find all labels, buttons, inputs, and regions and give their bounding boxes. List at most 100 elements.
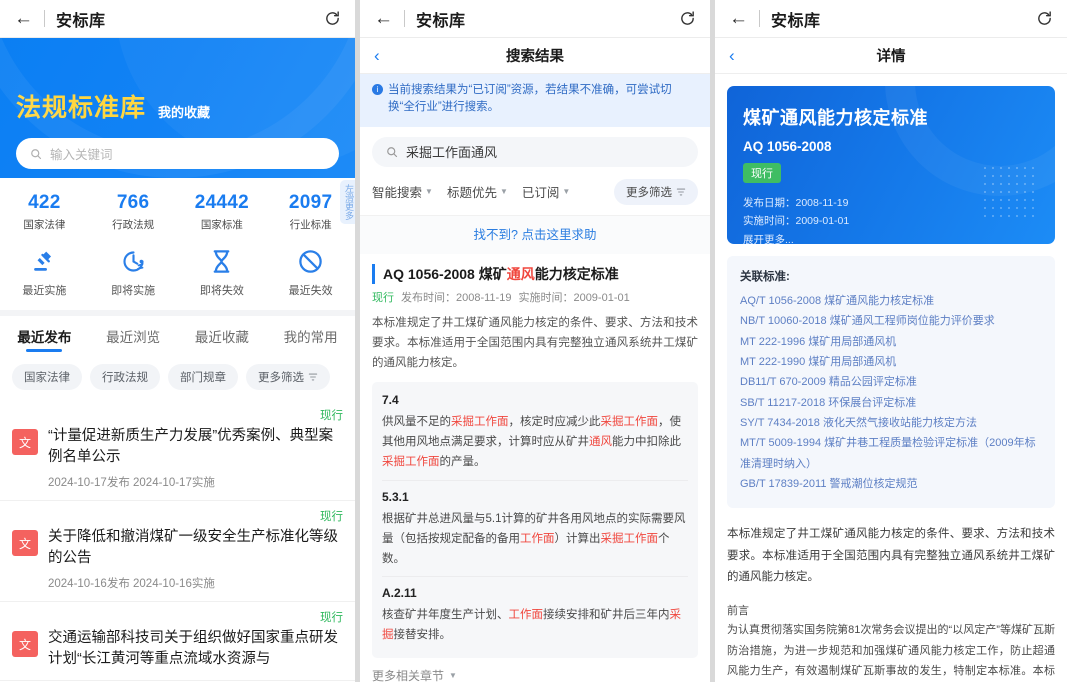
app-top-bar: ← 安标库: [360, 0, 710, 38]
quick-action-recent-effective[interactable]: 最近实施: [0, 248, 89, 298]
refresh-icon[interactable]: [324, 10, 341, 27]
stat-label: 国家标准: [200, 219, 243, 231]
stat-admin-regulation[interactable]: 766 行政法规: [89, 192, 178, 232]
clause-text: 根据矿井总进风量与5.1计算的矿井各用风地点的实际需要风量（包括按规定配备的备用…: [382, 512, 686, 565]
preface-body: 为认真贯彻落实国务院第81次常务会议提出的“以风定产”等煤矿瓦斯防治措施，为进一…: [727, 624, 1055, 677]
forbidden-icon: [299, 250, 322, 273]
preface-heading: 前言: [727, 605, 749, 618]
standard-header-card: 煤矿通风能力核定标准 AQ 1056-2008 现行 发布日期：2008-11-…: [727, 86, 1055, 244]
help-link[interactable]: 找不到? 点击这里求助: [474, 228, 597, 242]
related-standard-link[interactable]: MT 222-1990 煤矿用局部通风机: [740, 352, 1042, 372]
appbar-divider: [759, 10, 760, 27]
status-badge: 现行: [320, 612, 343, 625]
list-item[interactable]: 现行 文 “计量促进新质生产力发展”优秀案例、典型案例名单公示 2024-10-…: [0, 400, 355, 502]
doc-text-icon: 文: [12, 530, 38, 557]
quick-action-soon-expired[interactable]: 即将失效: [178, 248, 267, 298]
result-title: AQ 1056-2008 煤矿通风能力核定标准: [372, 263, 698, 284]
appbar-divider: [404, 10, 405, 27]
clause-list: 7.4 供风量不足的采掘工作面，核定时应减少此采掘工作面，使其他用风地点满足要求…: [372, 382, 698, 659]
related-standard-link[interactable]: SB/T 11217-2018 环保展台评定标准: [740, 393, 1042, 413]
filter-title-priority[interactable]: 标题优先 ▼: [447, 182, 508, 201]
search-query-value: 采掘工作面通风: [406, 145, 498, 160]
related-standard-link[interactable]: DB11/T 670-2009 精品公园评定标准: [740, 372, 1042, 392]
more-filters-button[interactable]: 更多筛选: [614, 178, 698, 205]
related-standards-card: 关联标准: AQ/T 1056-2008 煤矿通风能力核定标准 NB/T 100…: [727, 256, 1055, 509]
list-item-body: 文 “计量促进新质生产力发展”优秀案例、典型案例名单公示 2024-10-17发…: [12, 426, 343, 490]
result-title-pre: AQ 1056-2008 煤矿: [383, 265, 507, 282]
quick-action-soon-effective[interactable]: 即将实施: [89, 248, 178, 298]
page-title: 详情: [876, 49, 906, 65]
related-standard-link[interactable]: AQ/T 1056-2008 煤矿通风能力核定标准: [740, 291, 1042, 311]
related-standard-link[interactable]: NB/T 10060-2018 煤矿通风工程师岗位能力评价要求: [740, 311, 1042, 331]
expand-more-link[interactable]: 展开更多...: [743, 231, 1039, 244]
arrow-left-icon[interactable]: ←: [374, 9, 393, 28]
clause-item[interactable]: 5.3.1 根据矿井总进风量与5.1计算的矿井各用风地点的实际需要风量（包括按规…: [382, 481, 688, 577]
chip-department-rule[interactable]: 部门规章: [168, 364, 238, 390]
tab-my-frequent[interactable]: 我的常用: [266, 326, 355, 352]
clause-number: A.2.11: [382, 585, 417, 600]
more-sections-label: 更多相关章节: [372, 669, 445, 682]
related-standard-link[interactable]: SY/T 7434-2018 液化天然气接收站能力核定方法: [740, 413, 1042, 433]
doc-text-icon: 文: [12, 429, 38, 455]
more-sections-toggle[interactable]: 更多相关章节 ▼: [360, 658, 710, 682]
filter-icon: [676, 188, 686, 195]
stats-row: 422 国家法律 766 行政法规 24442 国家标准 2097 行业标准 左…: [0, 178, 355, 238]
detail-subheader: ‹ 详情: [715, 38, 1067, 74]
status-badge: 现行: [320, 410, 343, 422]
subscription-notice: i 当前搜索结果为“已订阅”资源，若结果不准确，可尝试切换“全行业”进行搜索。: [360, 74, 710, 127]
refresh-icon[interactable]: [679, 10, 696, 27]
search-result-item[interactable]: AQ 1056-2008 煤矿通风能力核定标准 现行 发布时间：2008-11-…: [360, 254, 710, 659]
quick-action-recent-expired[interactable]: 最近失效: [266, 248, 355, 298]
three-panel-stage: ← 安标库 法规标准库 我的收藏 输入关键词 422 国家法律 766 行政法规…: [0, 0, 1067, 682]
chip-label: 行政法规: [102, 372, 148, 384]
chevron-down-icon: ▼: [425, 187, 433, 196]
search-icon: [387, 146, 398, 157]
refresh-icon[interactable]: [1036, 10, 1053, 27]
filter-label: 标题优先: [446, 186, 497, 200]
filter-icon: [308, 373, 318, 381]
app-title: 安标库: [416, 12, 466, 30]
search-filter-row: 智能搜索 ▼ 标题优先 ▼ 已订阅 ▼ 更多筛选: [360, 175, 710, 215]
stat-national-law[interactable]: 422 国家法律: [0, 192, 89, 232]
list-item-title: 交通运输部科技司关于组织做好国家重点研发计划“长江黄河等重点流域水资源与: [48, 630, 338, 668]
list-item-body: 文 交通运输部科技司关于组织做好国家重点研发计划“长江黄河等重点流域水资源与: [12, 628, 343, 670]
panel-standard-detail: ← 安标库 ‹ 详情 煤矿通风能力核定标准 AQ 1056-2008 现行 发布…: [715, 0, 1067, 682]
filter-chip-row: 国家法律 行政法规 部门规章 更多筛选: [0, 352, 355, 400]
list-item-title: “计量促进新质生产力发展”优秀案例、典型案例名单公示: [48, 428, 334, 466]
arrow-left-icon[interactable]: ←: [14, 9, 33, 28]
chip-more-filters[interactable]: 更多筛选: [246, 364, 330, 390]
clause-item[interactable]: A.2.11 核查矿井年度生产计划、工作面接续安排和矿井后三年内采掘接替安排。: [382, 577, 688, 652]
list-item-title: 关于降低和撤消煤矿一级安全生产标准化等级的公告: [48, 529, 338, 567]
clause-number: 7.4: [382, 393, 399, 408]
quick-action-label: 最近实施: [22, 285, 67, 297]
related-standard-link[interactable]: MT/T 5009-1994 煤矿井巷工程质量检验评定标准（2009年标准清理时…: [740, 433, 1042, 474]
result-meta: 现行 发布时间：2008-11-19 实施时间：2009-01-01: [372, 289, 698, 305]
swipe-more-tab[interactable]: 左滑更多: [340, 180, 355, 224]
clause-item[interactable]: 7.4 供风量不足的采掘工作面，核定时应减少此采掘工作面，使其他用风地点满足要求…: [382, 384, 688, 481]
list-item[interactable]: 现行 文 交通运输部科技司关于组织做好国家重点研发计划“长江黄河等重点流域水资源…: [0, 602, 355, 682]
chip-label: 部门规章: [180, 372, 226, 384]
tab-recent-published[interactable]: 最近发布: [0, 326, 89, 352]
search-input[interactable]: 采掘工作面通风: [372, 136, 698, 167]
publish-meta: 发布时间：2008-11-19: [401, 291, 512, 304]
preface-section: 前言 为认真贯彻落实国务院第81次常务会议提出的“以风定产”等煤矿瓦斯防治措施，…: [715, 602, 1067, 682]
stat-label: 行政法规: [112, 219, 155, 231]
tab-recent-viewed[interactable]: 最近浏览: [89, 326, 178, 352]
result-title-highlight: 通风: [506, 265, 535, 282]
related-standard-link[interactable]: GB/T 17839-2011 警戒潮位核定规范: [740, 474, 1042, 494]
help-prompt-bar[interactable]: 找不到? 点击这里求助: [360, 214, 710, 254]
tab-recent-favorited[interactable]: 最近收藏: [178, 326, 267, 352]
filter-smart-search[interactable]: 智能搜索 ▼: [372, 182, 433, 201]
list-item[interactable]: 现行 文 关于降低和撤消煤矿一级安全生产标准化等级的公告 2024-10-16发…: [0, 501, 355, 603]
filter-label: 已订阅: [521, 186, 560, 200]
chip-national-law[interactable]: 国家法律: [12, 364, 82, 390]
chevron-down-icon: ▼: [499, 187, 508, 196]
list-item-dates: 2024-10-17发布 2024-10-17实施: [48, 477, 215, 490]
arrow-left-icon[interactable]: ←: [729, 9, 748, 28]
chip-admin-regulation[interactable]: 行政法规: [90, 364, 160, 390]
filter-subscribed[interactable]: 已订阅 ▼: [522, 182, 570, 201]
related-standard-link[interactable]: MT 222-1996 煤矿用局部通风机: [740, 332, 1042, 352]
effect-meta: 实施时间：2009-01-01: [518, 291, 630, 304]
status-badge: 现行: [372, 291, 394, 304]
stat-national-standard[interactable]: 24442 国家标准: [178, 192, 267, 232]
